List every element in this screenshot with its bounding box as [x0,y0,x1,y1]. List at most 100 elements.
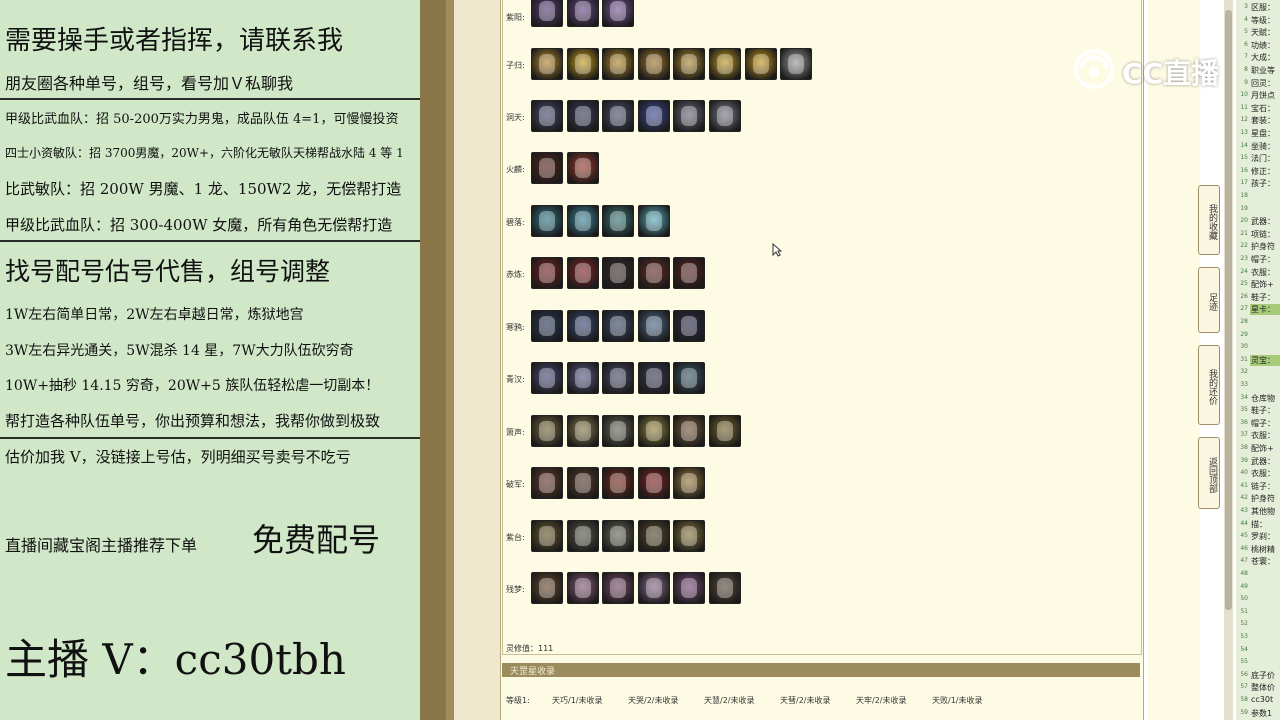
equipment-icon[interactable] [531,467,563,499]
divider [0,437,420,439]
equipment-icon[interactable] [637,48,670,80]
row-number: 34 [1240,393,1248,401]
equipment-icon[interactable] [673,520,706,552]
equipment-icon[interactable] [566,205,599,237]
equipment-icon[interactable] [531,520,563,552]
equipment-icon[interactable] [673,362,706,394]
equipment-icon[interactable] [602,362,635,394]
equipment-icon[interactable] [602,520,635,552]
spreadsheet-cell: 职业等 [1251,66,1275,75]
equipment-icon[interactable] [637,415,670,447]
equipment-icon[interactable] [637,362,670,394]
favorites-button[interactable]: 我的收藏 [1198,185,1220,255]
spreadsheet-cell: 星盘： [1251,129,1275,138]
footprint-button[interactable]: 足迹 [1198,267,1220,333]
equipment-icon[interactable] [566,520,599,552]
equipment-icon[interactable] [780,48,813,80]
row-label: 赤炼: [506,270,525,279]
promo-panel: 需要操手或者指挥，请联系我 朋友圈各种单号，组号，看号加Ｖ私聊我 甲级比武血队：… [0,0,420,720]
equipment-icon[interactable] [602,572,635,604]
equipment-icon[interactable] [602,415,635,447]
row-number: 12 [1240,116,1248,124]
equipment-icon[interactable] [709,48,741,80]
equipment-icon[interactable] [566,100,599,132]
my-offers-button[interactable]: 我的还价 [1198,345,1220,425]
promo-line: 比武敏队：招 200W 男魔、1 龙、150W2 龙，无偿帮打造 [5,180,402,198]
promo-highlight: 免费配号 [252,521,381,559]
footer-item[interactable]: 天牢/2/未收录 [856,695,906,706]
row-number: 51 [1240,607,1248,615]
promo-headline: 找号配号估号代售，组号调整 [5,257,331,286]
equipment-icon[interactable] [637,572,670,604]
row-number: 55 [1240,658,1248,666]
footer-item[interactable]: 天巧/1/未收录 [552,695,602,706]
equipment-icon[interactable] [566,415,599,447]
equipment-icon[interactable] [673,48,706,80]
footer-item[interactable]: 天败/1/未收录 [932,695,982,706]
equipment-icon[interactable] [531,152,563,184]
equipment-icon[interactable] [566,467,599,499]
equipment-icon[interactable] [637,520,670,552]
equipment-icon[interactable] [709,415,741,447]
row-number: 36 [1240,418,1248,426]
equipment-icon[interactable] [531,48,563,80]
equipment-icon[interactable] [602,100,635,132]
equipment-icon[interactable] [602,205,635,237]
equipment-icon[interactable] [673,310,706,342]
equipment-icon[interactable] [709,572,741,604]
spreadsheet-cell: 武器： [1251,217,1275,227]
equipment-icon[interactable] [602,467,635,499]
equipment-icon[interactable] [531,572,563,604]
equipment-icon[interactable] [673,100,706,132]
equipment-icon[interactable] [602,310,635,342]
equipment-icon[interactable] [602,0,635,27]
equipment-icon[interactable] [673,415,706,447]
spreadsheet-cell: 苍寰： [1251,557,1275,567]
equipment-icon[interactable] [744,48,777,80]
spreadsheet-cell: 法门： [1251,154,1275,164]
equipment-icon[interactable] [602,48,635,80]
page-margin [454,0,500,720]
footer-item[interactable]: 天哭/2/未收录 [628,695,678,706]
equipment-icon[interactable] [637,257,670,289]
row-number: 10 [1240,91,1248,99]
spreadsheet-cell: 帽子： [1251,418,1275,428]
row-number: 31 [1240,355,1248,363]
equipment-icon[interactable] [709,100,741,132]
equipment-icon[interactable] [531,362,563,394]
equipment-icon[interactable] [673,467,706,499]
equipment-icon[interactable] [566,362,599,394]
equipment-icon[interactable] [566,257,599,289]
equipment-icon[interactable] [637,310,670,342]
footer-item[interactable]: 天慧/2/未收录 [704,695,754,706]
equipment-icon[interactable] [531,0,563,27]
equipment-icon[interactable] [566,152,599,184]
scrollbar-thumb[interactable] [1225,10,1232,610]
scrollbar[interactable] [1224,0,1233,720]
equipment-icon[interactable] [566,48,599,80]
back-to-top-button[interactable]: 返回顶部 [1198,437,1220,509]
equipment-icon[interactable] [566,572,599,604]
equipment-icon[interactable] [531,100,563,132]
row-number: 49 [1240,582,1248,590]
equipment-icon[interactable] [673,257,706,289]
equipment-icon[interactable] [531,257,563,289]
row-number: 59 [1240,708,1248,716]
row-number: 6 [1244,40,1248,48]
row-number: 14 [1240,141,1248,149]
row-number: 15 [1240,154,1248,162]
footer-item[interactable]: 天彗/2/未收录 [780,695,830,706]
spreadsheet-cell: 鞋子： [1251,292,1275,302]
equipment-icon[interactable] [637,100,670,132]
equipment-icon[interactable] [531,205,563,237]
equipment-icon[interactable] [673,572,706,604]
equipment-icon[interactable] [637,467,670,499]
equipment-icon[interactable] [602,257,635,289]
equipment-icon[interactable] [531,415,563,447]
equipment-icon[interactable] [531,310,563,342]
equipment-icon[interactable] [566,0,599,27]
row-number: 24 [1240,267,1248,275]
row-number: 38 [1240,444,1248,451]
equipment-icon[interactable] [637,205,670,237]
equipment-icon[interactable] [566,310,599,342]
